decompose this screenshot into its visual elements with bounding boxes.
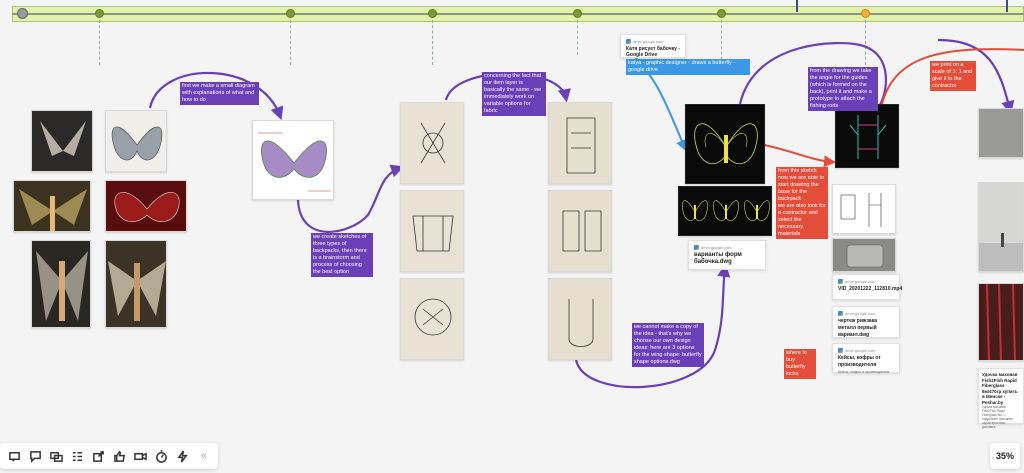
list-icon[interactable] (67, 445, 87, 467)
sticky-note[interactable]: katya - graphic designer - draws a butte… (626, 59, 750, 75)
sticky-note[interactable]: from this sketch now we are able to star… (776, 167, 828, 204)
sticky-note[interactable]: first we make a small diagram with expla… (180, 82, 259, 105)
link-card[interactable]: drive.google.com Катя рисует бабочку - G… (620, 34, 686, 58)
google-drive-icon (838, 311, 843, 316)
link-card[interactable]: Удочка маховая Fish2Fish Rapid Fiberglas… (978, 368, 1024, 429)
butterfly-reference-image[interactable] (105, 110, 167, 172)
google-drive-icon (838, 279, 843, 284)
google-drive-icon (694, 245, 699, 250)
sticky-note[interactable]: concerning the fact that our item layer … (482, 72, 546, 116)
butterfly-reference-image[interactable] (105, 180, 187, 232)
explanation-diagram[interactable] (252, 120, 334, 200)
metal-part-photo[interactable] (832, 238, 896, 272)
butterfly-reference-image[interactable] (31, 240, 91, 328)
backpack-sketch[interactable] (400, 190, 464, 272)
butterfly-reference-image[interactable] (31, 110, 93, 172)
video-icon[interactable] (131, 445, 151, 467)
link-card[interactable]: drive.google.com варианты форм бабочка.d… (688, 240, 766, 270)
zoom-level[interactable]: 35% (990, 443, 1020, 469)
add-comment-icon[interactable] (4, 445, 24, 467)
lightning-icon[interactable] (173, 445, 193, 467)
guides-prototype-drawing[interactable] (835, 104, 899, 168)
fabric-variant-sketch[interactable] (548, 190, 612, 272)
butterfly-reference-image[interactable] (13, 180, 91, 232)
fabric-variant-sketch[interactable] (548, 278, 612, 360)
comment-icon[interactable] (25, 445, 45, 467)
fabric-variant-sketch[interactable] (548, 102, 612, 184)
google-drive-icon (626, 39, 631, 44)
sticky-note[interactable]: we print on a scale of 1: 1 and give it … (930, 61, 976, 91)
butterfly-wing-drawing[interactable] (685, 104, 765, 184)
chat-icon[interactable] (46, 445, 66, 467)
share-icon[interactable] (88, 445, 108, 467)
collapse-icon[interactable]: « (194, 445, 214, 467)
bottom-toolbar: « (0, 443, 218, 469)
sticky-note[interactable]: we create sketches of three types of bac… (311, 233, 373, 277)
backpack-base-drawing[interactable] (832, 184, 896, 234)
sticky-note[interactable]: from the drawing we take the angle for t… (808, 67, 878, 111)
like-icon[interactable] (109, 445, 129, 467)
sticky-note[interactable]: where to buy butterfly locks (784, 349, 816, 379)
google-drive-icon (838, 348, 843, 353)
backpack-sketch[interactable] (400, 102, 464, 184)
sticky-note[interactable]: we are also look for a contractor and se… (776, 202, 828, 239)
whiteboard-canvas[interactable]: first we make a small diagram with expla… (0, 0, 1024, 473)
fishing-rod-photo[interactable] (978, 283, 1024, 361)
backpack-sketch[interactable] (400, 278, 464, 360)
link-card[interactable]: drive.google.com VID_20201222_112810.mp4 (832, 274, 902, 300)
butterfly-shape-options[interactable] (678, 186, 772, 236)
butterfly-reference-image[interactable] (105, 240, 167, 328)
sticky-note[interactable]: we cannot make a copy of the idea - that… (632, 323, 704, 367)
material-photo[interactable] (978, 182, 1024, 272)
link-card[interactable]: drive.google.com чертеж рижзака металл п… (832, 306, 900, 338)
material-photo[interactable] (978, 108, 1024, 158)
timer-icon[interactable] (152, 445, 172, 467)
link-card[interactable]: drive.google.com Кейсы, кофры от произво… (832, 343, 900, 374)
